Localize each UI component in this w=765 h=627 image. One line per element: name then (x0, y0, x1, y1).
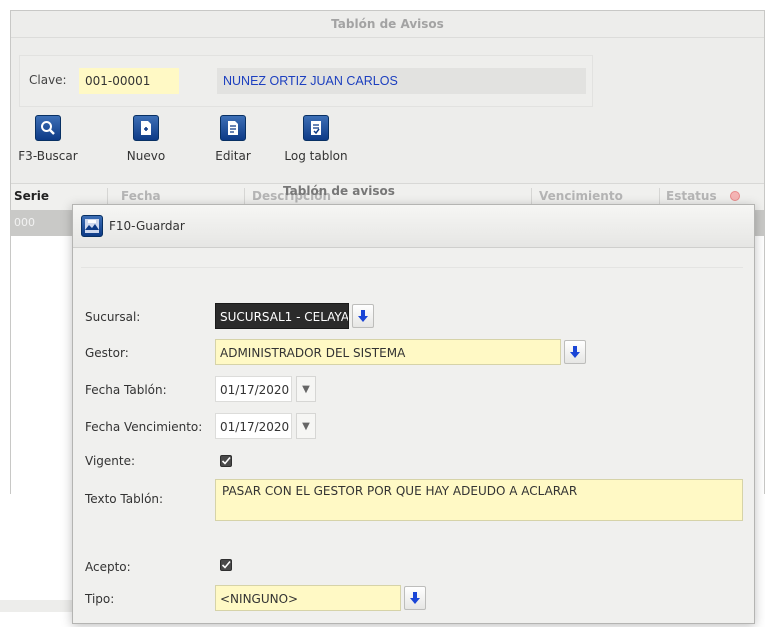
new-document-icon (133, 115, 159, 141)
texto-tablon-textarea[interactable]: PASAR CON EL GESTOR POR QUE HAY ADEUDO A… (215, 479, 743, 521)
chevron-down-icon: ▼ (302, 420, 310, 432)
checkmark-icon (221, 456, 231, 465)
background-strip (0, 600, 72, 612)
search-button[interactable]: F3-Buscar (17, 115, 79, 163)
gestor-field[interactable]: ADMINISTRADOR DEL SISTEMA (215, 339, 561, 365)
column-vencimiento[interactable]: Vencimiento (539, 189, 623, 203)
search-icon (35, 115, 61, 141)
fecha-vencimiento-dropdown[interactable]: ▼ (296, 413, 316, 439)
search-button-label: F3-Buscar (18, 149, 78, 163)
clave-label: Clave: (29, 73, 67, 87)
save-button[interactable]: F10-Guardar (81, 215, 185, 237)
column-fecha[interactable]: Fecha (121, 189, 161, 203)
acepto-checkbox[interactable] (220, 559, 232, 571)
checkmark-icon (221, 560, 231, 569)
column-estatus[interactable]: Estatus (666, 189, 717, 203)
sucursal-picker-button[interactable] (352, 304, 374, 328)
gestor-picker-button[interactable] (564, 340, 586, 364)
gestor-label: Gestor: (85, 346, 129, 360)
fecha-tablon-field[interactable]: 01/17/2020 (215, 376, 292, 402)
tipo-field[interactable]: <NINGUNO> (215, 585, 401, 611)
column-serie[interactable]: Serie (14, 189, 49, 203)
edit-button-label: Editar (215, 149, 251, 163)
new-button-label: Nuevo (126, 149, 166, 163)
log-button-label: Log tablon (284, 149, 348, 163)
form-divider (81, 267, 743, 268)
fecha-vencimiento-field[interactable]: 01/17/2020 (215, 413, 292, 439)
window-title: Tablón de Avisos (11, 11, 764, 38)
save-icon (81, 215, 103, 237)
dialog-form: Sucursal: SUCURSAL1 - CELAYA Gestor: ADM… (73, 247, 754, 627)
arrow-down-icon (410, 592, 420, 604)
tipo-label: Tipo: (85, 592, 115, 606)
tipo-picker-button[interactable] (404, 586, 426, 610)
tablon-dialog: Tablón de avisos F10-Guardar Sucursal: S… (72, 184, 755, 627)
fecha-tablon-label: Fecha Tablón: (85, 383, 167, 397)
clave-panel: Clave: 001-00001 NUNEZ ORTIZ JUAN CARLOS (19, 55, 593, 107)
acepto-label: Acepto: (85, 560, 131, 574)
dialog-title: Tablón de avisos (283, 184, 395, 198)
log-button[interactable]: Log tablon (279, 115, 353, 163)
clave-input[interactable]: 001-00001 (79, 68, 179, 94)
arrow-down-icon (570, 346, 580, 358)
dialog-toolbar: F10-Guardar (73, 205, 754, 248)
edit-button[interactable]: Editar (207, 115, 259, 163)
log-icon (303, 115, 329, 141)
save-button-label: F10-Guardar (109, 219, 185, 233)
new-button[interactable]: Nuevo (115, 115, 177, 163)
edit-document-icon (220, 115, 246, 141)
vigente-label: Vigente: (85, 454, 136, 468)
arrow-down-icon (358, 310, 368, 322)
cell-serie: 000 (14, 216, 35, 229)
chevron-down-icon: ▼ (302, 383, 310, 395)
sucursal-field[interactable]: SUCURSAL1 - CELAYA (215, 303, 349, 329)
sucursal-label: Sucursal: (85, 310, 141, 324)
fecha-vencimiento-label: Fecha Vencimiento: (85, 420, 203, 434)
texto-tablon-label: Texto Tablón: (85, 492, 164, 506)
vigente-checkbox[interactable] (220, 455, 232, 467)
clave-name-display: NUNEZ ORTIZ JUAN CARLOS (217, 68, 586, 94)
status-indicator-icon (730, 191, 740, 201)
fecha-tablon-dropdown[interactable]: ▼ (296, 376, 316, 402)
main-toolbar: F3-Buscar Nuevo Editar Log tablon (11, 115, 371, 175)
